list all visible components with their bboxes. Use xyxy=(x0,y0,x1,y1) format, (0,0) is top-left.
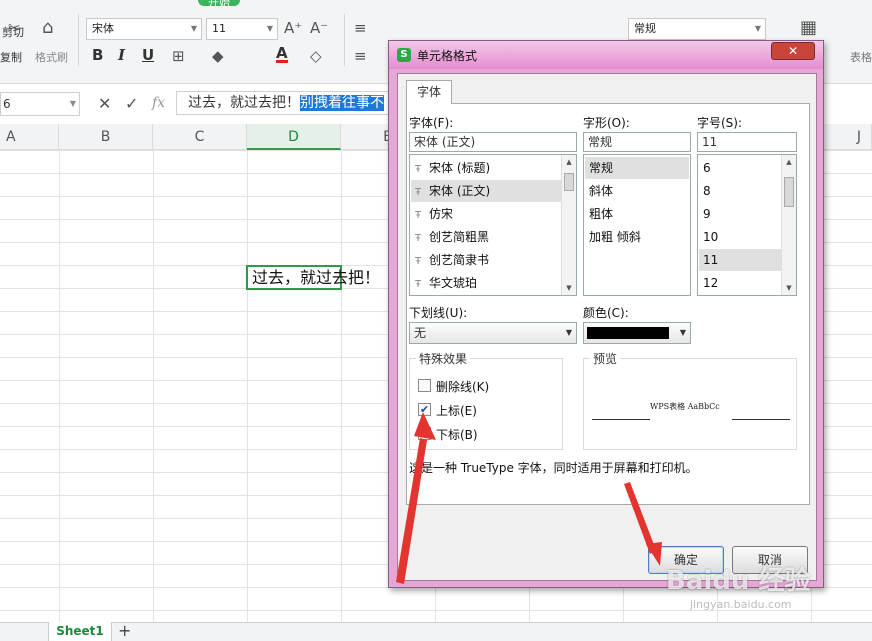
arrowhead-superscript xyxy=(414,412,436,440)
arrow-to-ok xyxy=(624,482,656,554)
arrowhead-ok xyxy=(646,542,662,566)
arrow-to-superscript xyxy=(396,438,427,584)
tab-font[interactable]: 字体 xyxy=(406,80,452,104)
spreadsheet-window: 开始 ✂ 剪切 复制 ⌂ 格式刷 宋体 ▼ 11 ▼ A⁺ A⁻ B I U ⊞… xyxy=(0,0,872,641)
watermark-brand: Baidu 经验 xyxy=(666,566,811,596)
watermark-url: jingyan.baidu.com xyxy=(690,598,792,611)
